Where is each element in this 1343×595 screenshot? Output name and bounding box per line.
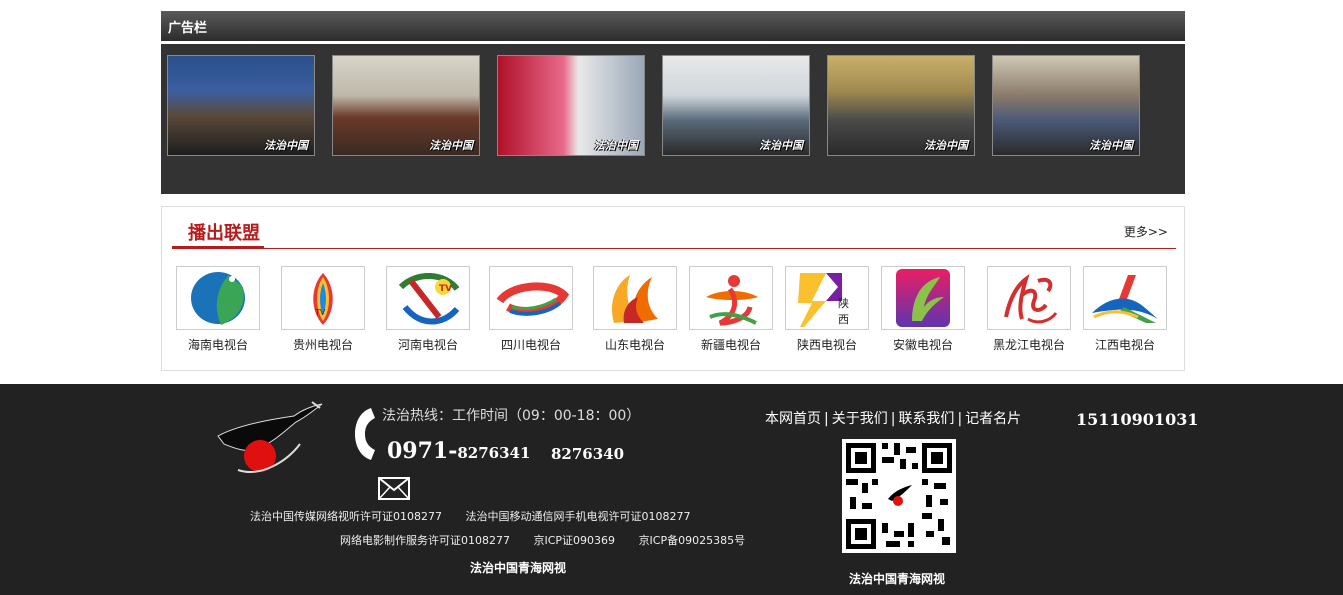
qr-caption: 法治中国青海网视 [849, 572, 946, 586]
station-shandong[interactable]: 山东电视台 [593, 266, 677, 353]
site-footer: 法治热线：工作时间（09：00-18：00） 0971-8276341 8276… [0, 384, 1343, 595]
station-jiangxi[interactable]: 江西电视台 [1083, 266, 1167, 353]
station-anhui[interactable]: 安徽电视台 [881, 266, 965, 353]
station-henan[interactable]: TV 河南电视台 [386, 266, 470, 353]
hotline-label: 法治热线：工作时间（09：00-18：00） [382, 408, 641, 424]
phone-icon [353, 406, 379, 462]
ad-thumbnail-4[interactable]: 法治中国 [662, 55, 810, 156]
heilongjiang-tv-logo [987, 266, 1071, 330]
license-row-2: 网络电影制作服务许可证0108277 京ICP证090369 京ICP备0902… [340, 532, 765, 548]
alliance-title: 播出联盟 [188, 223, 260, 244]
license-text: 网络电影制作服务许可证0108277 [340, 534, 510, 547]
footer-nav: 本网首页 | 关于我们 | 联系我们 | 记者名片 [765, 408, 1021, 428]
jiangxi-tv-logo [1083, 266, 1167, 330]
station-hainan[interactable]: 海南电视台 [176, 266, 260, 353]
thumbnail-watermark: 法治中国 [924, 139, 968, 152]
henan-tv-logo: TV [386, 266, 470, 330]
xinjiang-tv-logo [689, 266, 773, 330]
ad-thumbnail-3[interactable]: 法治中国 [497, 55, 645, 156]
station-name: 海南电视台 [187, 338, 248, 352]
phone-main: 8276341 [457, 444, 531, 462]
station-name: 江西电视台 [1094, 338, 1155, 352]
ad-bar: 广告栏 法治中国 法治中国 法治中国 法治中国 法治中国 法治中国 [161, 11, 1185, 194]
fazhi-china-logo [216, 400, 326, 478]
station-sichuan[interactable]: 四川电视台 [489, 266, 573, 353]
thumbnail-watermark: 法治中国 [759, 139, 803, 152]
shandong-tv-logo [593, 266, 677, 330]
mobile-number: 15110901031 [1076, 410, 1199, 429]
more-link[interactable]: 更多>> [1124, 223, 1168, 240]
license-row-1: 法治中国传媒网络视听许可证0108277 法治中国移动通信网手机电视许可证010… [250, 508, 711, 524]
footer-link-about[interactable]: 关于我们 [832, 411, 888, 427]
station-name: 新疆电视台 [700, 338, 761, 352]
footer-link-contact[interactable]: 联系我们 [898, 411, 954, 427]
phone-prefix: 0971- [387, 438, 458, 464]
thumbnail-watermark: 法治中国 [594, 139, 638, 152]
phone-number-second: 8276340 [551, 445, 625, 463]
sichuan-tv-logo [489, 266, 573, 330]
guizhou-tv-logo: TV [281, 266, 365, 330]
station-heilongjiang[interactable]: 黑龙江电视台 [987, 266, 1071, 353]
ad-bar-title: 广告栏 [168, 21, 208, 36]
svg-text:西: 西 [838, 313, 849, 326]
alliance-divider [172, 248, 1176, 249]
ad-thumbnail-2[interactable]: 法治中国 [332, 55, 480, 156]
footer-link-home[interactable]: 本网首页 [765, 411, 821, 427]
station-guizhou[interactable]: TV 贵州电视台 [281, 266, 365, 353]
station-name: 黑龙江电视台 [992, 338, 1065, 352]
license-text: 法治中国移动通信网手机电视许可证0108277 [465, 510, 691, 523]
mail-icon[interactable] [378, 477, 410, 500]
anhui-tv-logo [881, 266, 965, 330]
thumbnail-watermark: 法治中国 [264, 139, 308, 152]
nav-separator: | [957, 411, 963, 427]
svg-text:陕: 陕 [838, 296, 849, 310]
nav-separator: | [890, 411, 896, 427]
station-name: 安徽电视台 [892, 338, 953, 352]
station-xinjiang[interactable]: 新疆电视台 [689, 266, 773, 353]
license-text: 京ICP证090369 [533, 534, 616, 547]
shaanxi-tv-logo: 陕西 [785, 266, 869, 330]
ad-bar-header: 广告栏 [161, 11, 1185, 44]
license-text: 法治中国传媒网络视听许可证0108277 [250, 510, 442, 523]
station-name: 山东电视台 [604, 338, 665, 352]
alliance-title-underline [172, 246, 264, 249]
ad-thumbnail-5[interactable]: 法治中国 [827, 55, 975, 156]
nav-separator: | [824, 411, 829, 427]
qr-code [842, 439, 956, 553]
footer-link-reporter-card[interactable]: 记者名片 [965, 411, 1021, 427]
phone-number-main: 0971-8276341 [387, 438, 530, 464]
footer-site-name: 法治中国青海网视 [470, 561, 567, 575]
station-name: 陕西电视台 [796, 338, 857, 352]
ad-thumbnail-6[interactable]: 法治中国 [992, 55, 1140, 156]
station-name: 贵州电视台 [292, 338, 353, 352]
broadcast-alliance-panel: 播出联盟 更多>> 海南电视台 TV 贵州电视台 TV 河南电视台 四川电视台 … [161, 206, 1185, 371]
station-shaanxi[interactable]: 陕西 陕西电视台 [785, 266, 869, 353]
license-text: 京ICP备09025385号 [638, 534, 746, 547]
svg-text:TV: TV [314, 308, 326, 317]
station-name: 四川电视台 [500, 338, 561, 352]
ad-thumbnail-1[interactable]: 法治中国 [167, 55, 315, 156]
thumbnail-watermark: 法治中国 [429, 139, 473, 152]
thumbnail-watermark: 法治中国 [1089, 139, 1133, 152]
hainan-tv-logo [176, 266, 260, 330]
svg-text:TV: TV [439, 284, 452, 294]
ad-bar-gallery: 法治中国 法治中国 法治中国 法治中国 法治中国 法治中国 [161, 44, 1185, 194]
station-name: 河南电视台 [397, 338, 458, 352]
